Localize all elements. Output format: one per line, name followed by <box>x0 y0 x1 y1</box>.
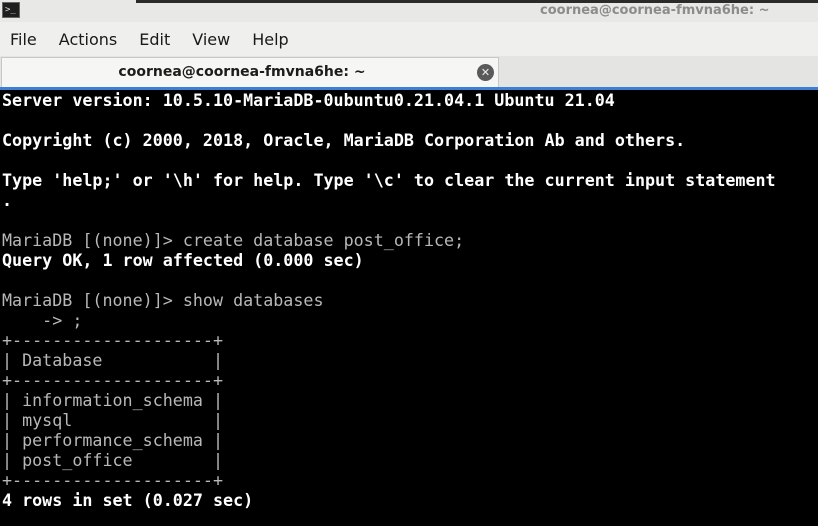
terminal-prompt-line: MariaDB [(none)]> create database post_o… <box>2 230 465 250</box>
menu-view[interactable]: View <box>182 30 242 49</box>
menu-help[interactable]: Help <box>242 30 300 49</box>
table-header: | Database | <box>2 350 224 370</box>
table-border: +--------------------+ <box>2 370 224 390</box>
table-row: | information_schema | <box>2 390 224 410</box>
table-border: +--------------------+ <box>2 470 224 490</box>
menu-edit[interactable]: Edit <box>129 30 182 49</box>
terminal-prompt-line: MariaDB [(none)]> show databases <box>2 290 324 310</box>
tab-bar: coornea@coornea-fmvna6he: ~ ✕ <box>0 56 818 88</box>
terminal-line: . <box>2 190 13 210</box>
window-title: coornea@coornea-fmvna6he: ~ <box>540 3 770 18</box>
tab-label: coornea@coornea-fmvna6he: ~ <box>118 64 366 80</box>
terminal-line: Query OK, 1 row affected (0.000 sec) <box>2 250 364 270</box>
terminal-line: -> ; <box>2 310 83 330</box>
tab-terminal[interactable]: coornea@coornea-fmvna6he: ~ ✕ <box>1 57 499 87</box>
terminal-icon[interactable]: >_ <box>2 2 20 18</box>
menu-actions[interactable]: Actions <box>49 30 129 49</box>
close-icon[interactable]: ✕ <box>477 64 494 81</box>
terminal-line: Server version: 10.5.10-MariaDB-0ubuntu0… <box>2 90 615 110</box>
menu-bar: File Actions Edit View Help <box>0 22 818 56</box>
terminal-line: Copyright (c) 2000, 2018, Oracle, MariaD… <box>2 130 686 150</box>
table-row: | post_office | <box>2 450 224 470</box>
table-row: | performance_schema | <box>2 430 224 450</box>
terminal-line: 4 rows in set (0.027 sec) <box>2 490 254 510</box>
terminal-output[interactable]: Server version: 10.5.10-MariaDB-0ubuntu0… <box>0 90 818 526</box>
terminal-line: Type 'help;' or '\h' for help. Type '\c'… <box>2 170 776 190</box>
table-border: +--------------------+ <box>2 330 224 350</box>
menu-file[interactable]: File <box>0 30 49 49</box>
table-row: | mysql | <box>2 410 224 430</box>
window-titlebar[interactable]: >_ coornea@coornea-fmvna6he: ~ <box>0 0 818 22</box>
